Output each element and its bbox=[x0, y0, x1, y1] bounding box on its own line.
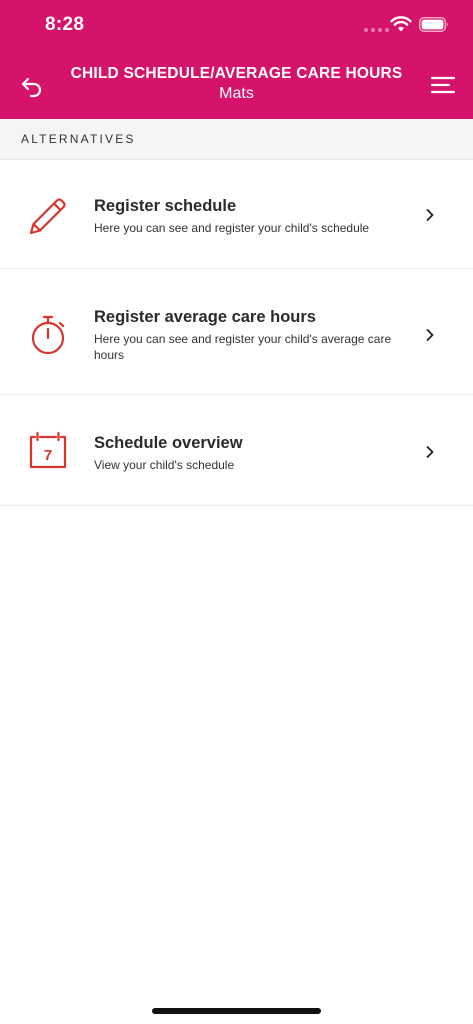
nav-title-group: CHILD SCHEDULE/AVERAGE CARE HOURS Mats bbox=[60, 64, 413, 104]
pencil-icon bbox=[29, 198, 66, 235]
app-header: 8:28 CHILD SCHEDULE/AVERAGE CARE HOURS M… bbox=[0, 0, 473, 119]
home-indicator[interactable] bbox=[152, 1008, 321, 1014]
stopwatch-icon bbox=[31, 315, 65, 355]
list-item-title: Schedule overview bbox=[94, 434, 243, 452]
calendar-icon-number: 7 bbox=[44, 447, 52, 464]
hamburger-menu-icon[interactable] bbox=[430, 74, 456, 96]
list-item-title: Register schedule bbox=[94, 197, 237, 215]
status-bar: 8:28 bbox=[0, 0, 473, 50]
section-header-label: ALTERNATIVES bbox=[21, 132, 136, 146]
list-item-title: Register average care hours bbox=[94, 308, 316, 326]
list-item-text: Schedule overview View your child's sche… bbox=[94, 433, 403, 473]
list-item-description: View your child's schedule bbox=[94, 458, 235, 472]
list-item-schedule-overview[interactable]: 7 Schedule overview View your child's sc… bbox=[0, 395, 473, 506]
list-item-description: Here you can see and register your child… bbox=[94, 221, 370, 235]
list-item-register-average-care-hours[interactable]: Register average care hours Here you can… bbox=[0, 269, 473, 395]
page-subtitle: Mats bbox=[219, 85, 254, 102]
page-title: CHILD SCHEDULE/AVERAGE CARE HOURS bbox=[70, 65, 403, 82]
cellular-signal-icon bbox=[364, 28, 389, 32]
back-arrow-icon[interactable] bbox=[18, 73, 46, 99]
chevron-right-icon bbox=[426, 329, 434, 341]
wifi-icon bbox=[390, 16, 412, 32]
list-item-text: Register schedule Here you can see and r… bbox=[94, 196, 403, 236]
battery-icon bbox=[419, 17, 448, 32]
section-header: ALTERNATIVES bbox=[0, 119, 473, 160]
chevron-right-icon bbox=[426, 209, 434, 221]
chevron-right-icon bbox=[426, 446, 434, 458]
list-item-description: Here you can see and register your child… bbox=[94, 332, 392, 362]
status-time: 8:28 bbox=[45, 14, 85, 35]
list-item-register-schedule[interactable]: Register schedule Here you can see and r… bbox=[0, 160, 473, 269]
calendar-icon: 7 bbox=[29, 431, 67, 469]
list-item-text: Register average care hours Here you can… bbox=[94, 307, 403, 363]
alternatives-list: Register schedule Here you can see and r… bbox=[0, 160, 473, 506]
